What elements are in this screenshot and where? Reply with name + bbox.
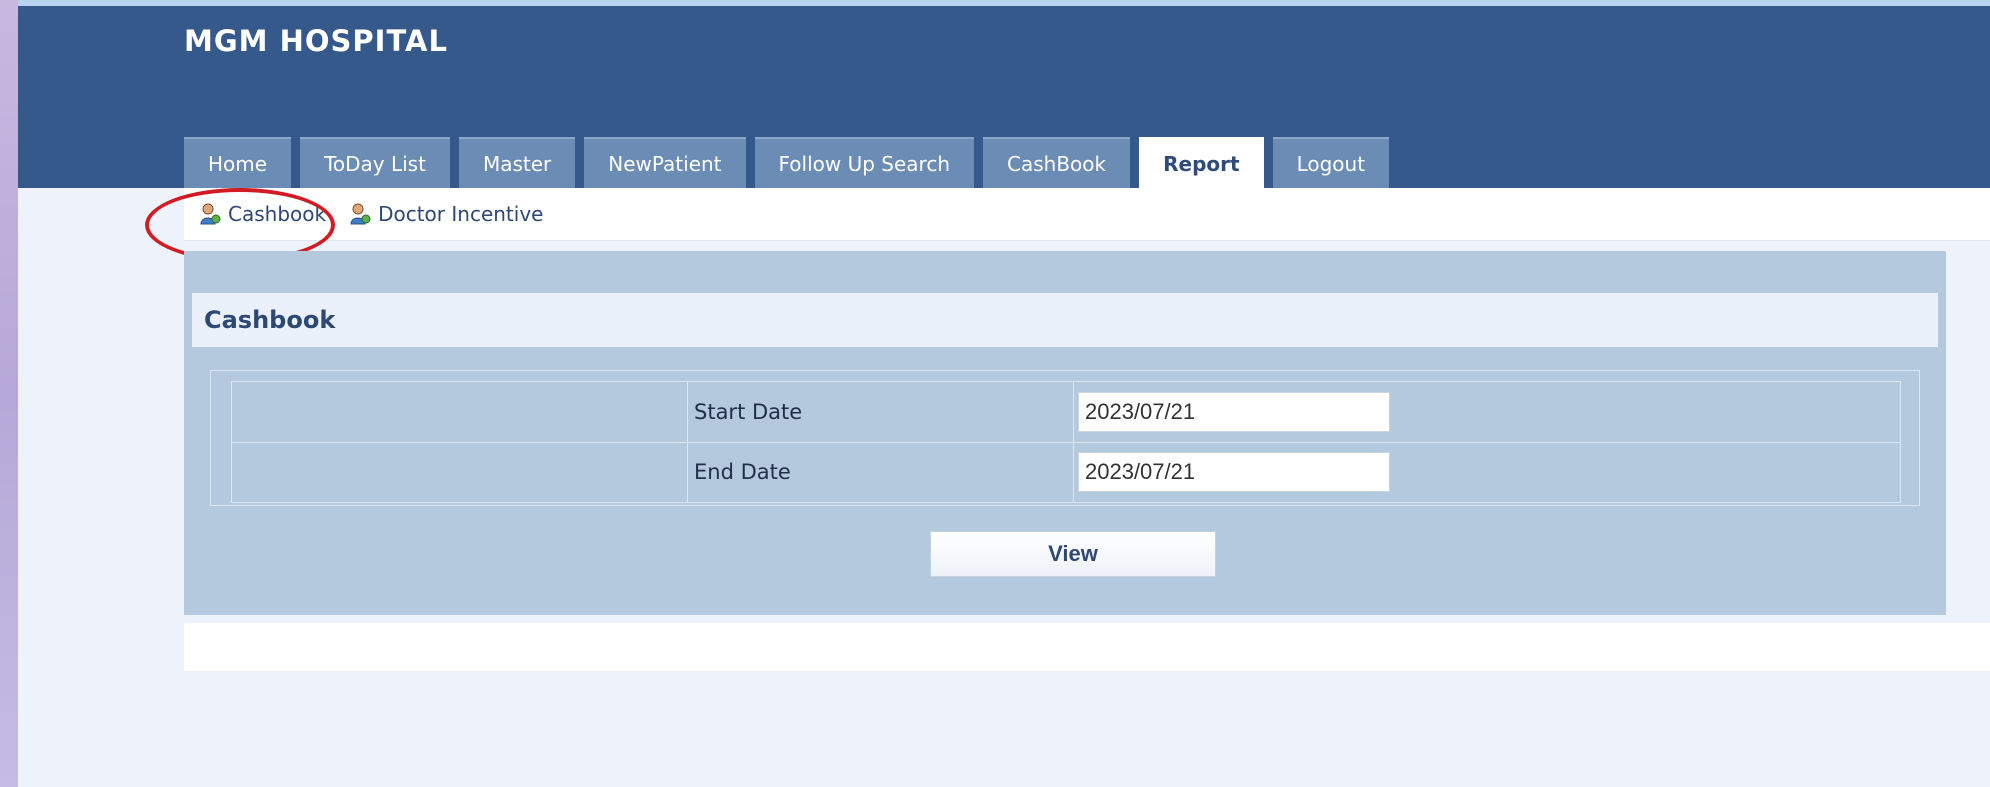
end-date-label: End Date (687, 441, 1074, 503)
end-date-input[interactable] (1078, 452, 1390, 493)
cashbook-panel: Cashbook Start Date End Date View (184, 251, 1946, 615)
tab-today-list[interactable]: ToDay List (300, 137, 450, 188)
subnav-cashbook-label: Cashbook (228, 202, 327, 226)
subnav-cashbook-link[interactable]: Cashbook (194, 202, 330, 226)
tab-new-patient[interactable]: NewPatient (584, 137, 746, 188)
subnav-doctor-incentive-link[interactable]: Doctor Incentive (344, 202, 547, 226)
app-title: MGM HOSPITAL (184, 24, 448, 58)
table-row: End Date (231, 441, 1901, 503)
view-button[interactable]: View (930, 531, 1216, 577)
date-form: Start Date End Date (210, 370, 1920, 506)
left-decor-bar (0, 0, 18, 787)
tab-logout[interactable]: Logout (1272, 137, 1390, 188)
tab-home[interactable]: Home (184, 137, 292, 188)
panel-header: Cashbook (192, 293, 1938, 347)
end-date-cell (1073, 441, 1901, 503)
start-date-cell (1073, 381, 1901, 443)
user-icon (200, 203, 221, 225)
table-row: Start Date (231, 381, 1901, 443)
date-form-table: Start Date End Date (231, 381, 1901, 503)
tab-report[interactable]: Report (1139, 137, 1264, 188)
footer-bar (184, 623, 1990, 671)
start-date-label: Start Date (687, 381, 1074, 443)
main-tabs: Home ToDay List Master NewPatient Follow… (184, 137, 1390, 188)
subnav-doctor-incentive-label: Doctor Incentive (378, 202, 544, 226)
tab-cashbook[interactable]: CashBook (983, 137, 1131, 188)
empty-cell (231, 381, 688, 443)
empty-cell (231, 441, 688, 503)
report-subnav: Cashbook Doctor Incentive (184, 188, 1990, 241)
user-icon (350, 203, 371, 225)
start-date-input[interactable] (1078, 391, 1390, 432)
tab-follow-up-search[interactable]: Follow Up Search (754, 137, 975, 188)
tab-master[interactable]: Master (458, 137, 576, 188)
panel-title: Cashbook (204, 306, 336, 334)
